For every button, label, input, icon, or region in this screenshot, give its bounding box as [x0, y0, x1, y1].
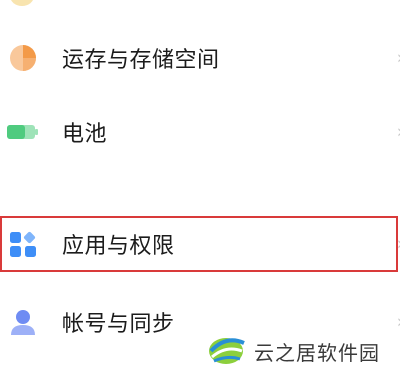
settings-item-battery[interactable]: 电池 ›	[0, 102, 400, 162]
settings-item-label: 运存与存储空间	[62, 48, 220, 73]
settings-item-apps-permissions[interactable]: 应用与权限 ›	[0, 214, 400, 274]
settings-item-label: 帐号与同步	[62, 312, 175, 337]
partial-top-icon	[10, 0, 34, 6]
watermark: 云之居软件园	[206, 328, 380, 374]
logo-icon	[206, 329, 248, 373]
settings-item-label: 电池	[62, 122, 108, 147]
settings-item-label: 应用与权限	[62, 234, 175, 259]
account-person-icon	[6, 305, 40, 339]
watermark-text: 云之居软件园	[254, 340, 380, 365]
storage-pie-icon	[6, 41, 40, 75]
settings-screen: 运存与存储空间 › 电池 › 应用与权限 ›	[0, 0, 400, 378]
apps-grid-icon	[6, 227, 40, 261]
battery-icon	[6, 115, 40, 149]
settings-item-storage[interactable]: 运存与存储空间 ›	[0, 28, 400, 88]
